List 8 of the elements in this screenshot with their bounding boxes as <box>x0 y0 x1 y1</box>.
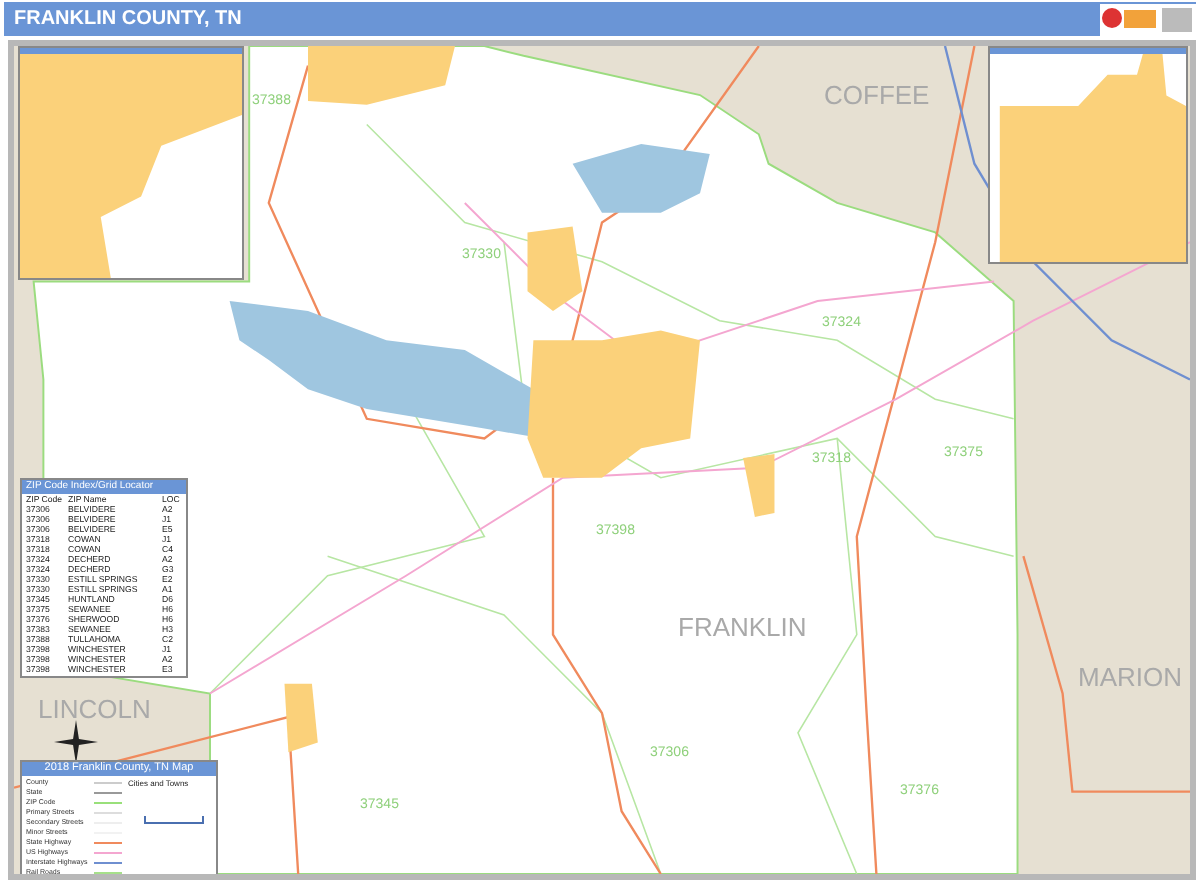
scale-bar <box>144 816 204 824</box>
logo-drawing <box>1100 3 1196 35</box>
county-label: LINCOLN <box>38 694 151 724</box>
compass-rose-icon <box>54 720 98 764</box>
county-label: COFFEE <box>824 80 930 110</box>
county-label: FRANKLIN <box>678 612 807 642</box>
county-label: MARION <box>1078 662 1182 692</box>
map-title: FRANKLIN COUNTY, TN <box>12 8 242 30</box>
